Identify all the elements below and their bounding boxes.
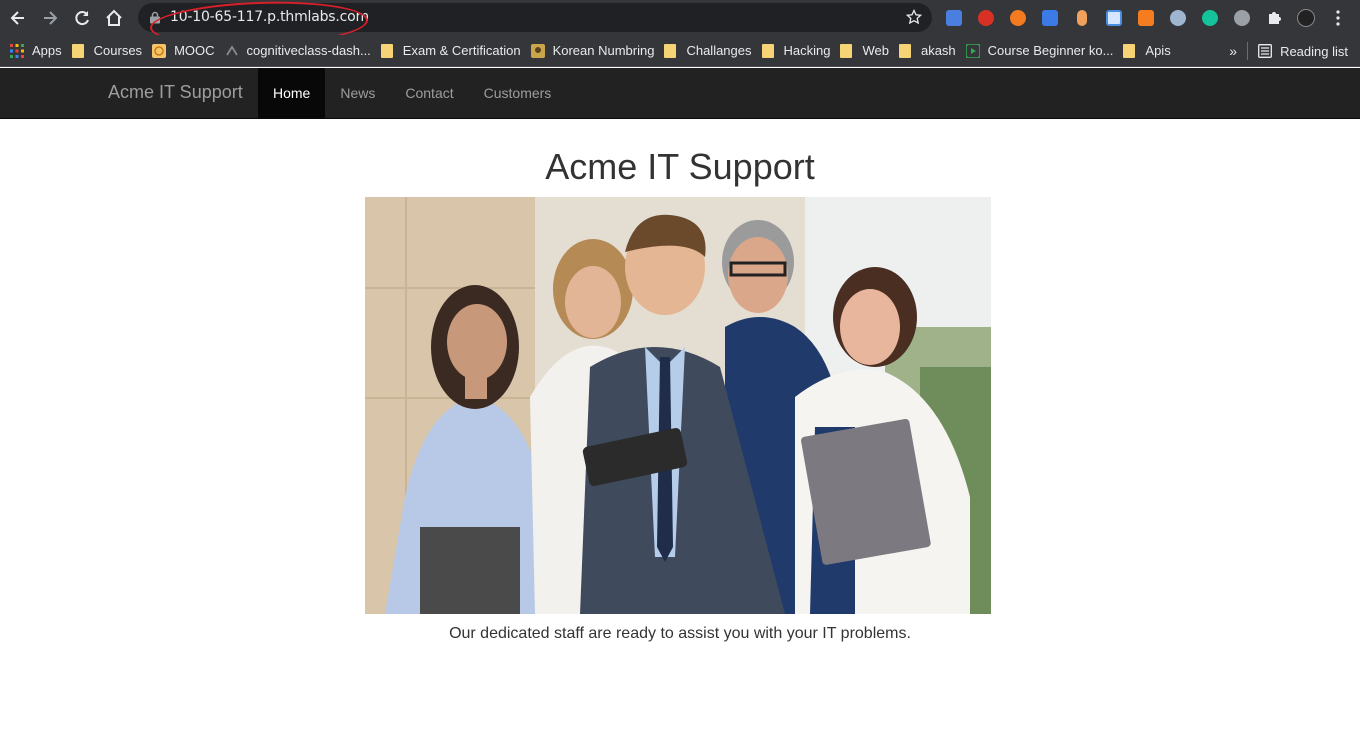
extension-camera[interactable] [1100, 4, 1128, 32]
forward-arrow-icon [44, 11, 58, 25]
bookmark-course-beginner[interactable]: Course Beginner ko... [964, 39, 1122, 63]
bookmark-label: MOOC [174, 43, 215, 58]
folder-icon [380, 43, 393, 58]
bookmarks-bar: Apps Courses MOOC cognitiveclass-dash...… [0, 35, 1360, 67]
korean-site-icon [530, 43, 545, 58]
bookmark-apis[interactable]: Apis [1121, 39, 1178, 63]
folder-icon [71, 43, 84, 58]
bookmark-mooc[interactable]: MOOC [150, 39, 222, 63]
nav-news[interactable]: News [325, 68, 390, 118]
reading-list-label: Reading list [1280, 43, 1348, 59]
extension-grammarly[interactable] [1196, 4, 1224, 32]
kebab-menu-icon [1336, 10, 1340, 26]
extension-puzzle-blue[interactable] [1036, 4, 1064, 32]
profile-avatar[interactable] [1292, 4, 1320, 32]
extensions-menu[interactable] [1260, 4, 1288, 32]
folder-icon [761, 43, 774, 58]
apps-grid-icon [10, 43, 24, 58]
lock-icon [150, 11, 160, 24]
url-text[interactable]: 10-10-65-117.p.thmlabs.com [170, 9, 369, 25]
extension-off[interactable] [1132, 4, 1160, 32]
e-shield-icon [1234, 10, 1250, 26]
bookmark-apps[interactable]: Apps [8, 39, 70, 63]
browser-menu[interactable] [1324, 4, 1352, 32]
puzzle-blue-icon [1042, 10, 1058, 26]
reading-list-icon [1258, 44, 1273, 58]
bookmark-label: Challanges [686, 43, 752, 58]
team-photo-illustration [365, 197, 991, 614]
capsule-icon [1077, 10, 1087, 26]
address-bar[interactable]: 10-10-65-117.p.thmlabs.com [138, 3, 932, 32]
home-button[interactable] [98, 2, 130, 34]
nav-customers[interactable]: Customers [469, 68, 567, 118]
home-icon [106, 9, 122, 26]
bookmark-label: Apps [32, 43, 62, 58]
course-play-icon [965, 43, 980, 58]
off-badge-icon [1138, 10, 1154, 26]
extension-e[interactable] [1228, 4, 1256, 32]
browser-toolbar: 10-10-65-117.p.thmlabs.com [0, 0, 1360, 50]
avatar [1297, 9, 1315, 27]
bookmark-exam-certification[interactable]: Exam & Certification [379, 39, 529, 63]
site-navbar: Acme IT Support Home News Contact Custom… [0, 68, 1360, 119]
folder-icon [840, 43, 853, 58]
dots-icon [1010, 10, 1026, 26]
bookmark-label: Apis [1145, 43, 1171, 58]
folder-icon [898, 43, 911, 58]
back-button[interactable] [2, 2, 34, 34]
site-nav-links: Home News Contact Customers [258, 68, 566, 118]
puzzle-icon [1269, 12, 1281, 24]
extension-capsule[interactable] [1068, 4, 1096, 32]
bookmark-label: Hacking [783, 43, 831, 58]
site-brand-link[interactable]: Acme IT Support [108, 82, 243, 103]
circle-icon [1170, 10, 1186, 26]
divider [1247, 42, 1249, 60]
hero-team-photo [365, 197, 991, 614]
bookmark-korean-numbring[interactable]: Korean Numbring [529, 39, 663, 63]
bookmark-label: Web [862, 43, 889, 58]
bookmark-label: Courses [93, 43, 143, 58]
page-title: Acme IT Support [545, 146, 815, 187]
bookmark-label: akash [920, 43, 956, 58]
hero-caption: Our dedicated staff are ready to assist … [449, 625, 911, 642]
bookmark-cognitiveclass[interactable]: cognitiveclass-dash... [223, 39, 379, 63]
bookmark-courses[interactable]: Courses [70, 39, 150, 63]
reading-list-button[interactable]: Reading list [1258, 39, 1348, 63]
nav-contact[interactable]: Contact [390, 68, 468, 118]
mooc-icon [152, 43, 167, 58]
bookmark-star-icon[interactable] [906, 9, 922, 25]
bookmark-label: cognitiveclass-dash... [246, 43, 371, 58]
extension-translate[interactable] [940, 4, 968, 32]
folder-icon [1123, 43, 1136, 58]
bookmark-hacking[interactable]: Hacking [760, 39, 839, 63]
camera-icon [1106, 10, 1122, 26]
grammarly-icon [1202, 10, 1218, 26]
extension-dots[interactable] [1004, 4, 1032, 32]
forward-button[interactable] [34, 2, 66, 34]
reload-icon [75, 11, 89, 26]
bookmark-label: Course Beginner ko... [987, 43, 1114, 58]
back-arrow-icon [10, 11, 24, 25]
folder-icon [664, 43, 677, 58]
bookmarks-overflow-button[interactable]: » [1229, 43, 1237, 59]
cognitiveclass-icon [225, 44, 238, 55]
bookmark-akash[interactable]: akash [897, 39, 964, 63]
reload-button[interactable] [66, 2, 98, 34]
extension-circle[interactable] [1164, 4, 1192, 32]
translate-icon [946, 10, 962, 26]
bookmarks-right: » Reading list [1229, 35, 1348, 67]
extension-shield[interactable] [972, 4, 1000, 32]
bookmark-label: Korean Numbring [552, 43, 655, 58]
bookmark-challanges[interactable]: Challanges [662, 39, 759, 63]
extensions-area [940, 4, 1352, 32]
bookmark-web[interactable]: Web [838, 39, 897, 63]
bookmark-label: Exam & Certification [402, 43, 521, 58]
nav-home[interactable]: Home [258, 68, 326, 118]
shield-icon [978, 10, 994, 26]
